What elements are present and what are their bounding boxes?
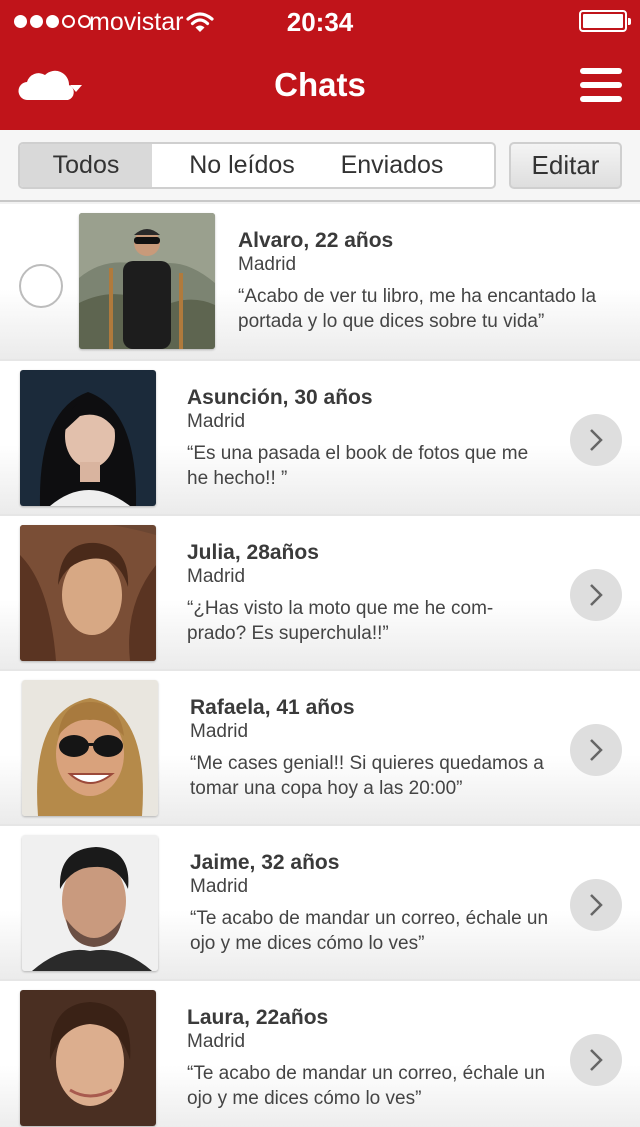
chat-text: Alvaro, 22 años Madrid “Acabo de ver tu … — [238, 228, 598, 334]
tab-enviados[interactable]: Enviados — [332, 144, 452, 187]
chat-row-alvaro[interactable]: Alvaro, 22 años Madrid “Acabo de ver tu … — [0, 204, 640, 359]
chevron-right-icon[interactable] — [570, 414, 622, 466]
profile-photo-icon — [22, 835, 158, 971]
chat-message: “Acabo de ver tu libro, me ha encantado … — [238, 286, 597, 332]
chat-name: Rafaela, 41 años — [190, 696, 355, 719]
page-title: Chats — [274, 66, 366, 103]
avatar — [20, 990, 156, 1126]
chat-text: Rafaela, 41 años Madrid “Me cases genial… — [190, 695, 550, 801]
select-radio[interactable] — [19, 264, 63, 308]
chat-city: Madrid — [190, 721, 249, 742]
chat-city: Madrid — [238, 254, 297, 275]
chat-message: “¿Has visto la moto que me he com-prado?… — [187, 598, 494, 644]
chat-message: “Te acabo de mandar un correo, échale un… — [190, 908, 549, 954]
app-header: movistar 20:34 Chats — [0, 0, 640, 130]
chat-row-rafaela[interactable]: Rafaela, 41 años Madrid “Me cases genial… — [0, 669, 640, 824]
avatar — [79, 213, 215, 349]
profile-photo-icon — [20, 525, 156, 661]
chat-city: Madrid — [187, 566, 246, 587]
chat-city: Madrid — [187, 1031, 246, 1052]
avatar — [20, 525, 156, 661]
chevron-right-icon[interactable] — [570, 569, 622, 621]
chat-name: Asunción, 30 años — [187, 386, 373, 409]
filter-segmented-control: Todos No leídos Enviados — [18, 142, 496, 189]
hamburger-menu-icon[interactable] — [580, 68, 622, 102]
tab-no-leidos[interactable]: No leídos — [152, 144, 332, 187]
chat-name: Julia, 28años — [187, 541, 319, 564]
chat-row-laura[interactable]: Laura, 22años Madrid “Te acabo de mandar… — [0, 979, 640, 1127]
profile-photo-icon — [22, 680, 158, 816]
chat-name: Alvaro, 22 años — [238, 229, 394, 252]
chevron-right-icon[interactable] — [570, 879, 622, 931]
chevron-right-icon[interactable] — [570, 724, 622, 776]
chat-row-julia[interactable]: Julia, 28años Madrid “¿Has visto la moto… — [0, 514, 640, 669]
chat-name: Laura, 22años — [187, 1006, 329, 1029]
chat-message: “Es una pasada el book de fotos que me h… — [187, 443, 529, 489]
avatar — [22, 680, 158, 816]
chat-message: “Te acabo de mandar un correo, échale un… — [187, 1063, 546, 1109]
chat-city: Madrid — [187, 411, 246, 432]
chat-text: Julia, 28años Madrid “¿Has visto la moto… — [187, 540, 547, 646]
chat-text: Laura, 22años Madrid “Te acabo de mandar… — [187, 1005, 547, 1111]
battery-icon — [579, 10, 631, 32]
status-time: 20:34 — [286, 7, 354, 37]
chat-name: Jaime, 32 años — [190, 851, 340, 874]
status-bar: movistar 20:34 — [0, 0, 640, 44]
avatar — [22, 835, 158, 971]
chat-row-asuncion[interactable]: Asunción, 30 años Madrid “Es una pasada … — [0, 359, 640, 514]
edit-button[interactable]: Editar — [509, 142, 622, 189]
filter-bar: Todos No leídos Enviados Editar — [0, 130, 640, 202]
chevron-right-icon[interactable] — [570, 1034, 622, 1086]
avatar — [20, 370, 156, 506]
tab-todos[interactable]: Todos — [20, 144, 152, 187]
chat-text: Asunción, 30 años Madrid “Es una pasada … — [187, 385, 547, 491]
profile-photo-icon — [79, 213, 215, 349]
profile-photo-icon — [20, 370, 156, 506]
chat-row-jaime[interactable]: Jaime, 32 años Madrid “Te acabo de manda… — [0, 824, 640, 979]
chat-message: “Me cases genial!! Si quieres quedamos a… — [190, 753, 544, 799]
profile-photo-icon — [20, 990, 156, 1126]
chat-list: Alvaro, 22 años Madrid “Acabo de ver tu … — [0, 204, 640, 1127]
chat-city: Madrid — [190, 876, 249, 897]
chat-text: Jaime, 32 años Madrid “Te acabo de manda… — [190, 850, 550, 956]
